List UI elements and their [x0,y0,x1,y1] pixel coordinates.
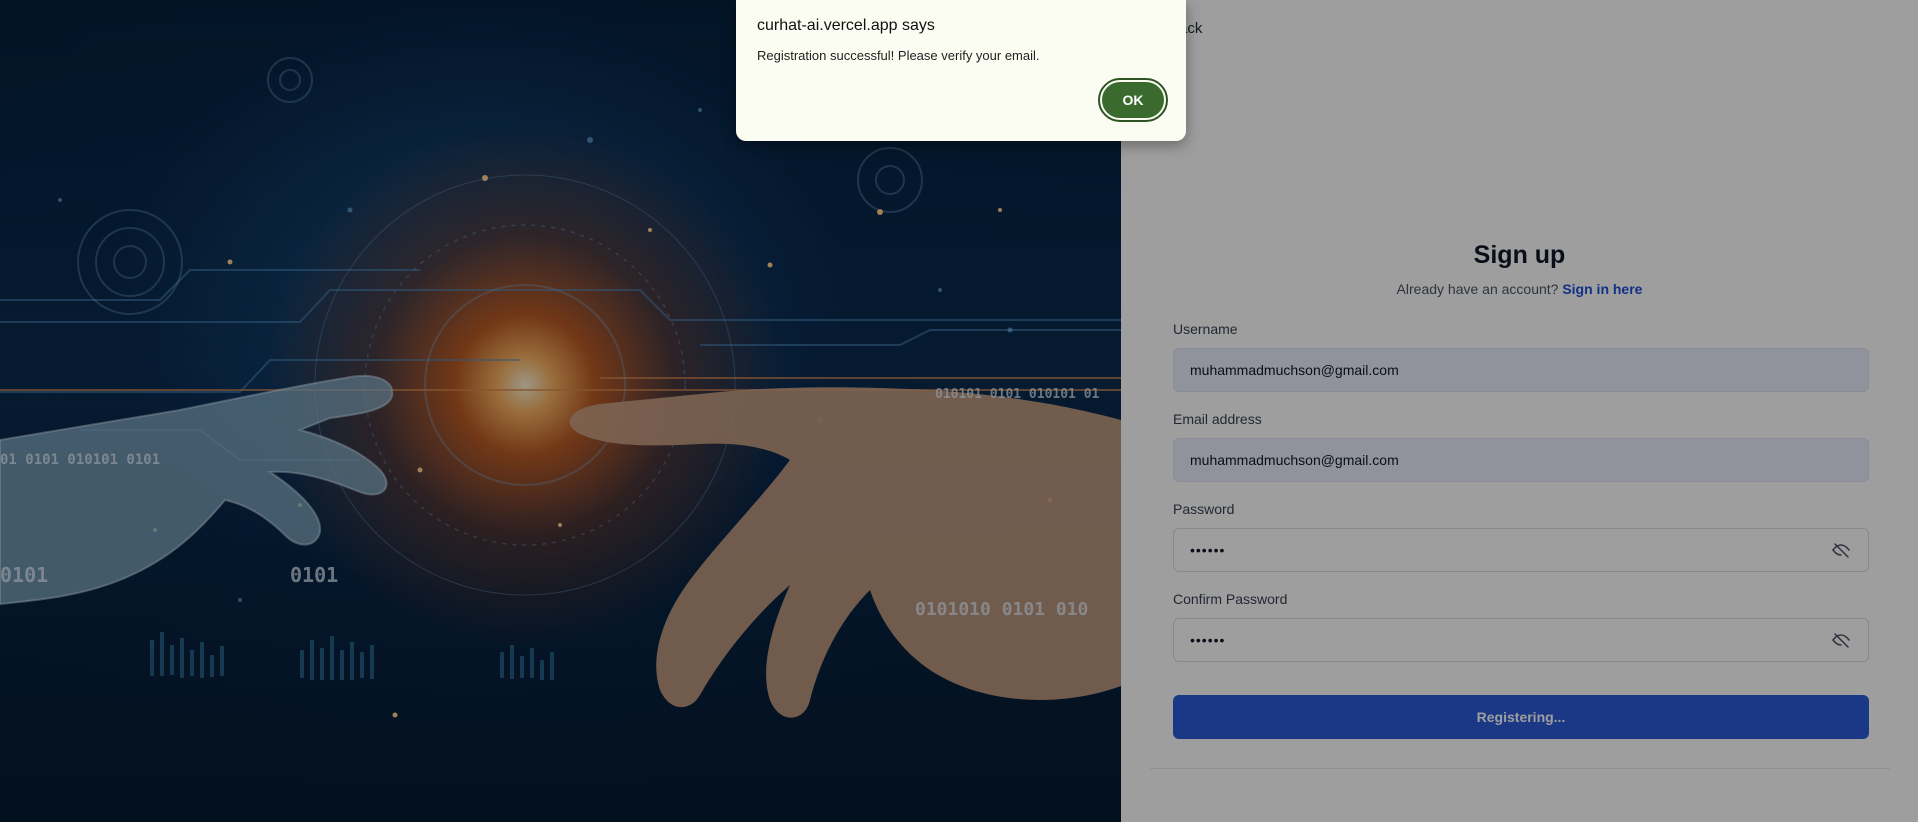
alert-dialog: curhat-ai.vercel.app says Registration s… [736,0,1186,141]
dialog-message: Registration successful! Please verify y… [757,48,1040,63]
dialog-title: curhat-ai.vercel.app says [757,17,935,34]
ok-button[interactable]: OK [1098,78,1168,122]
